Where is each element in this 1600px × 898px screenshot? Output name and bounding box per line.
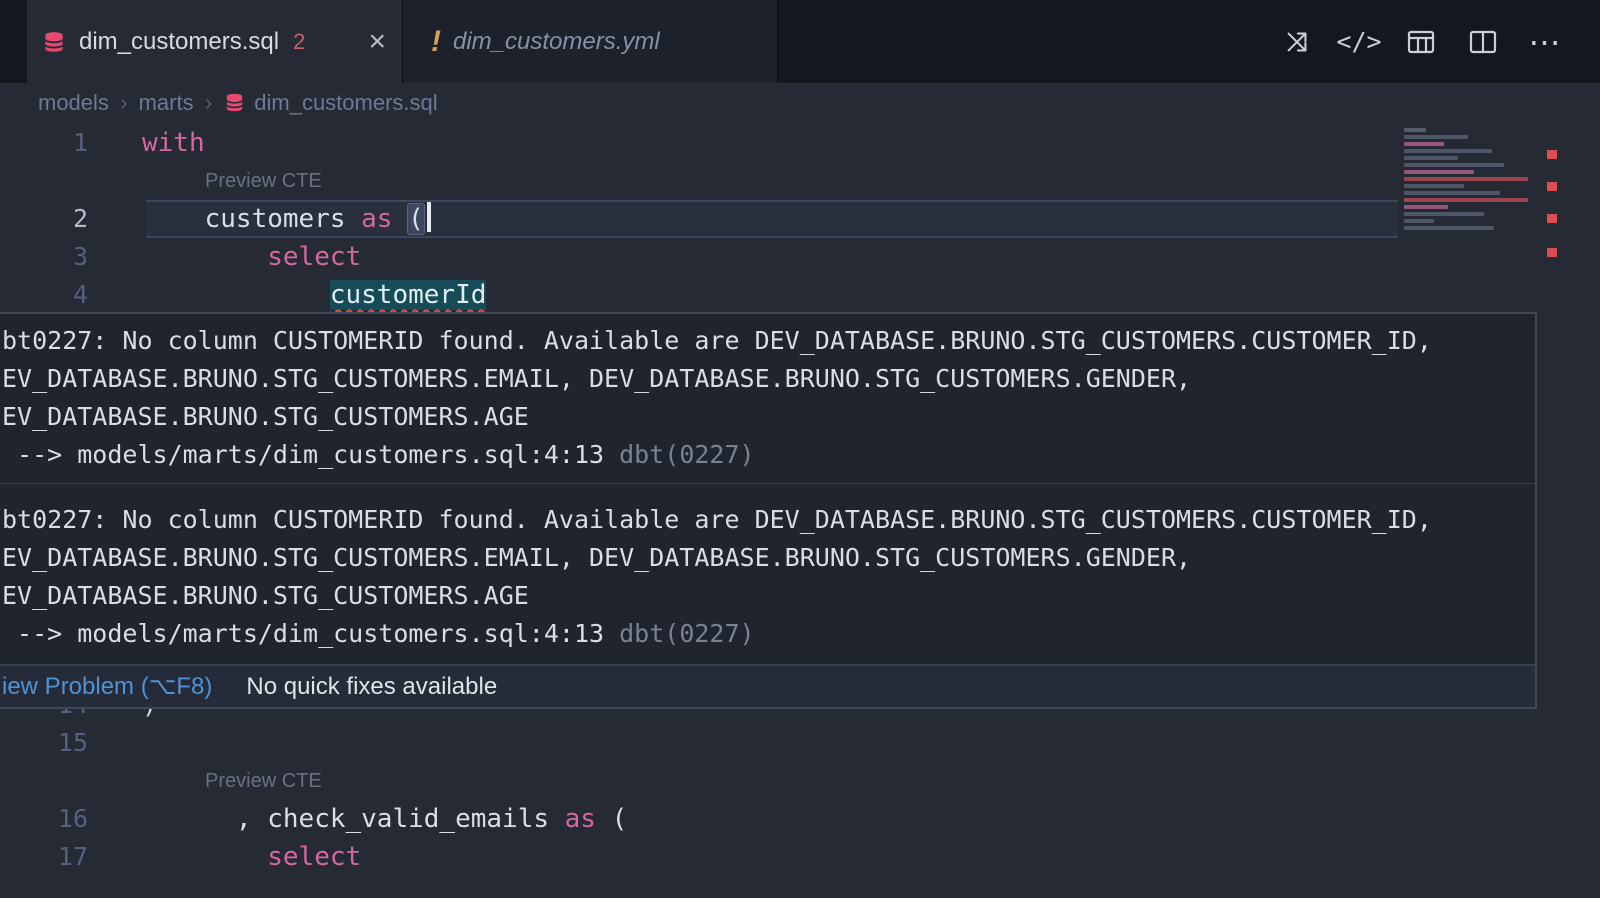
database-icon bbox=[41, 29, 67, 55]
view-problem-link[interactable]: iew Problem (⌥F8) bbox=[2, 672, 212, 701]
minimap-line bbox=[1404, 226, 1494, 230]
minimap-line bbox=[1404, 135, 1468, 139]
line-number: 15 bbox=[0, 724, 88, 762]
hover-message-line: bt0227: No column CUSTOMERID found. Avai… bbox=[0, 501, 1535, 539]
table-icon[interactable] bbox=[1404, 25, 1438, 59]
hover-popup: bt0227: No column CUSTOMERID found. Avai… bbox=[0, 312, 1537, 709]
chevron-right-icon: › bbox=[120, 89, 128, 116]
line-number: 3 bbox=[0, 238, 88, 276]
indent bbox=[142, 242, 267, 272]
line-number: 16 bbox=[0, 800, 88, 838]
codelens-row: Preview CTE bbox=[0, 762, 1544, 800]
breadcrumb-file-label: dim_customers.sql bbox=[254, 90, 437, 116]
minimap-line bbox=[1404, 149, 1492, 153]
hover-message-line: EV_DATABASE.BRUNO.STG_CUSTOMERS.AGE bbox=[0, 577, 1535, 615]
keyword-with: with bbox=[142, 128, 205, 158]
space bbox=[549, 804, 565, 834]
hover-divider bbox=[0, 483, 1535, 484]
breadcrumb-item-file[interactable]: dim_customers.sql bbox=[223, 90, 437, 116]
split-editor-icon[interactable] bbox=[1466, 25, 1500, 59]
hover-diagnostic-2: bt0227: No column CUSTOMERID found. Avai… bbox=[0, 493, 1535, 653]
open-paren-bracket: ( bbox=[408, 204, 424, 234]
tab-dim-customers-sql[interactable]: dim_customers.sql 2 × bbox=[27, 0, 402, 83]
tab-label: dim_customers.yml bbox=[453, 28, 660, 56]
minimap-line bbox=[1404, 163, 1504, 167]
code-bottom-block: 14 ) 15 Preview CTE 16 , check_valid_ema… bbox=[0, 686, 1544, 876]
code-line-2[interactable]: 2 customers as ( bbox=[0, 200, 1544, 238]
minimap-line bbox=[1404, 170, 1474, 174]
error-mark bbox=[1547, 150, 1557, 159]
database-icon bbox=[223, 91, 246, 114]
minimap-line bbox=[1404, 177, 1528, 181]
minimap-line bbox=[1404, 142, 1444, 146]
breadcrumb-item-models[interactable]: models bbox=[38, 90, 109, 116]
breadcrumb: models › marts › dim_customers.sql bbox=[0, 83, 1600, 122]
codelens-row: Preview CTE bbox=[0, 162, 1544, 200]
crossed-arrows-icon[interactable] bbox=[1280, 25, 1314, 59]
line-number: 1 bbox=[0, 124, 88, 162]
tab-modified-badge: 2 bbox=[293, 29, 305, 55]
punct: , bbox=[142, 804, 267, 834]
keyword-select: select bbox=[267, 842, 361, 872]
open-paren: ( bbox=[596, 804, 627, 834]
breadcrumb-item-marts[interactable]: marts bbox=[139, 90, 194, 116]
line-number: 2 bbox=[0, 200, 88, 238]
minimap-line bbox=[1404, 205, 1448, 209]
minimap-line bbox=[1404, 219, 1434, 223]
more-actions-icon[interactable]: ⋯ bbox=[1528, 25, 1562, 59]
tab-dim-customers-yml[interactable]: ! dim_customers.yml bbox=[402, 0, 778, 83]
chevron-right-icon: › bbox=[205, 89, 213, 116]
hover-location: --> models/marts/dim_customers.sql:4:13 bbox=[2, 440, 619, 469]
error-mark bbox=[1547, 248, 1557, 257]
keyword-as: as bbox=[361, 204, 392, 234]
line-number: 4 bbox=[0, 276, 88, 314]
line-number: 17 bbox=[0, 838, 88, 876]
hover-message-line: EV_DATABASE.BRUNO.STG_CUSTOMERS.EMAIL, D… bbox=[0, 539, 1535, 577]
code-line-1[interactable]: 1 with bbox=[0, 124, 1544, 162]
hover-status-bar: iew Problem (⌥F8) No quick fixes availab… bbox=[0, 664, 1535, 707]
hover-diagnostic-1: bt0227: No column CUSTOMERID found. Avai… bbox=[0, 314, 1535, 474]
hover-source: dbt(0227) bbox=[619, 619, 754, 648]
minimap-line bbox=[1404, 184, 1464, 188]
editor-window: dim_customers.sql 2 × ! dim_customers.ym… bbox=[0, 0, 1600, 898]
warning-icon: ! bbox=[431, 25, 441, 59]
minimap-line bbox=[1404, 212, 1484, 216]
keyword-as: as bbox=[565, 804, 596, 834]
code-top-block: 1 with Preview CTE 2 customers as ( 3 se… bbox=[0, 124, 1544, 314]
indent bbox=[142, 842, 267, 872]
code-line-15[interactable]: 15 bbox=[0, 724, 1544, 762]
code-line-3[interactable]: 3 select bbox=[0, 238, 1544, 276]
error-mark bbox=[1547, 182, 1557, 191]
minimap-line bbox=[1404, 156, 1458, 160]
tabbar-spacer bbox=[0, 0, 27, 83]
minimap-line bbox=[1404, 191, 1500, 195]
hover-source: dbt(0227) bbox=[619, 440, 754, 469]
minimap-line bbox=[1404, 198, 1528, 202]
keyword-select: select bbox=[267, 242, 361, 272]
close-icon[interactable]: × bbox=[368, 27, 386, 57]
code-line-4[interactable]: 4 customerId bbox=[0, 276, 1544, 314]
error-token-customerid: customerId bbox=[330, 280, 487, 310]
codelens-preview-cte[interactable]: Preview CTE bbox=[205, 162, 322, 200]
hover-location: --> models/marts/dim_customers.sql:4:13 bbox=[2, 619, 619, 648]
code-line-16[interactable]: 16 , check_valid_emails as ( bbox=[0, 800, 1544, 838]
tab-label: dim_customers.sql bbox=[79, 28, 279, 56]
minimap[interactable] bbox=[1404, 128, 1544, 233]
codelens-preview-cte[interactable]: Preview CTE bbox=[205, 762, 322, 800]
error-mark bbox=[1547, 214, 1557, 223]
hover-message-line: EV_DATABASE.BRUNO.STG_CUSTOMERS.AGE bbox=[0, 398, 1535, 436]
code-line-17[interactable]: 17 select bbox=[0, 838, 1544, 876]
identifier-check-valid-emails: check_valid_emails bbox=[267, 804, 549, 834]
hover-message-line: bt0227: No column CUSTOMERID found. Avai… bbox=[0, 322, 1535, 360]
identifier-customers: customers bbox=[142, 204, 361, 234]
editor-actions: </> ⋯ bbox=[1280, 0, 1600, 83]
hover-message-line: EV_DATABASE.BRUNO.STG_CUSTOMERS.EMAIL, D… bbox=[0, 360, 1535, 398]
space bbox=[392, 204, 408, 234]
indent bbox=[142, 280, 330, 310]
tab-bar: dim_customers.sql 2 × ! dim_customers.ym… bbox=[0, 0, 1600, 83]
minimap-line bbox=[1404, 128, 1426, 132]
text-cursor bbox=[427, 202, 431, 232]
code-preview-icon[interactable]: </> bbox=[1342, 25, 1376, 59]
no-quick-fixes-text: No quick fixes available bbox=[246, 673, 497, 701]
